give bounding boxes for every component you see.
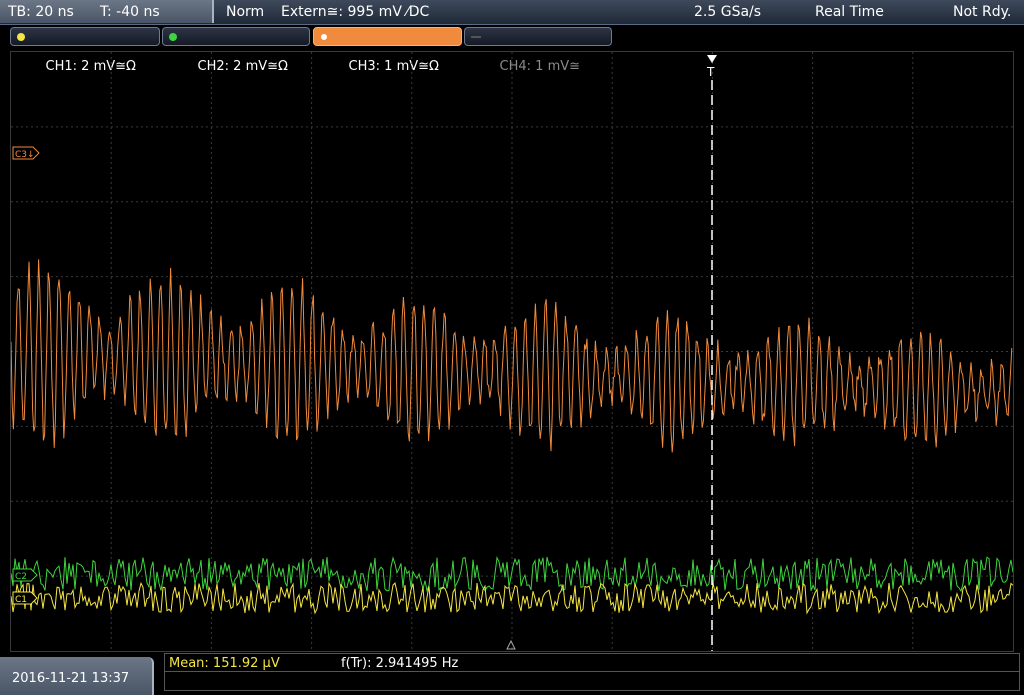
- c3-marker-label: C3↓: [15, 150, 35, 160]
- measurement-row-2[interactable]: [164, 672, 1020, 691]
- channel-bar: CH1: 2 mV≅Ω CH2: 2 mV≅Ω CH3: 1 mV≅Ω CH4:…: [0, 25, 1024, 74]
- waveform-display[interactable]: C3↓ C2 C1 T: [10, 51, 1014, 652]
- date-time: 2016-11-21 13:37: [12, 671, 130, 686]
- c2-marker-label: C2: [15, 572, 27, 582]
- trigger-marker-label: T: [706, 65, 715, 79]
- trigger-position-icon[interactable]: [506, 639, 516, 650]
- waveform-svg: C3↓ C2 C1 T: [10, 52, 1014, 651]
- ch3-trace: [10, 259, 1013, 453]
- channel-4-dash-icon: [471, 36, 481, 38]
- channel-3-button[interactable]: CH3: 1 mV≅Ω: [313, 27, 462, 74]
- status-bar: TB: 20 ns T: -40 ns Norm Extern≅: 995 mV…: [0, 0, 1024, 25]
- run-status: Not Rdy.: [953, 4, 1012, 20]
- trigger-time-value[interactable]: T: -40 ns: [100, 4, 160, 20]
- trigger-marker[interactable]: T: [706, 55, 717, 79]
- c1-marker-label: C1: [15, 595, 27, 605]
- channel-2-dot-icon: [169, 33, 177, 41]
- trigger-mode[interactable]: Norm: [226, 4, 264, 20]
- bottom-bar: 2016-11-21 13:37 Mean: 151.92 µV f(Tr): …: [0, 653, 1024, 695]
- c2-marker[interactable]: C2: [12, 568, 38, 582]
- channel-3-dot-icon: [320, 33, 328, 41]
- channel-4-button[interactable]: CH4: 1 mV≅: [464, 27, 612, 74]
- channel-1-button[interactable]: CH1: 2 mV≅Ω: [10, 27, 160, 74]
- channel-1-dot-icon: [17, 33, 25, 41]
- measurement-panel[interactable]: Mean: 151.92 µV f(Tr): 2.941495 Hz: [164, 653, 1024, 695]
- date-box: 2016-11-21 13:37: [0, 657, 154, 695]
- frequency-measurement: f(Tr): 2.941495 Hz: [341, 656, 459, 671]
- c3-marker[interactable]: C3↓: [12, 146, 40, 160]
- sample-rate[interactable]: 2.5 GSa/s: [694, 4, 761, 20]
- measurement-row-1[interactable]: Mean: 151.92 µV f(Tr): 2.941495 Hz: [164, 653, 1020, 672]
- timebase-box[interactable]: TB: 20 ns T: -40 ns: [0, 0, 214, 23]
- timebase-value[interactable]: TB: 20 ns: [8, 4, 74, 20]
- c1-marker[interactable]: C1: [12, 591, 38, 605]
- graticule-grid: [11, 52, 1013, 651]
- acquisition-mode[interactable]: Real Time: [815, 4, 884, 20]
- trigger-source[interactable]: Extern≅: 995 mV ⁄DC: [281, 4, 429, 20]
- channel-2-button[interactable]: CH2: 2 mV≅Ω: [162, 27, 310, 74]
- mean-measurement: Mean: 151.92 µV: [169, 656, 280, 671]
